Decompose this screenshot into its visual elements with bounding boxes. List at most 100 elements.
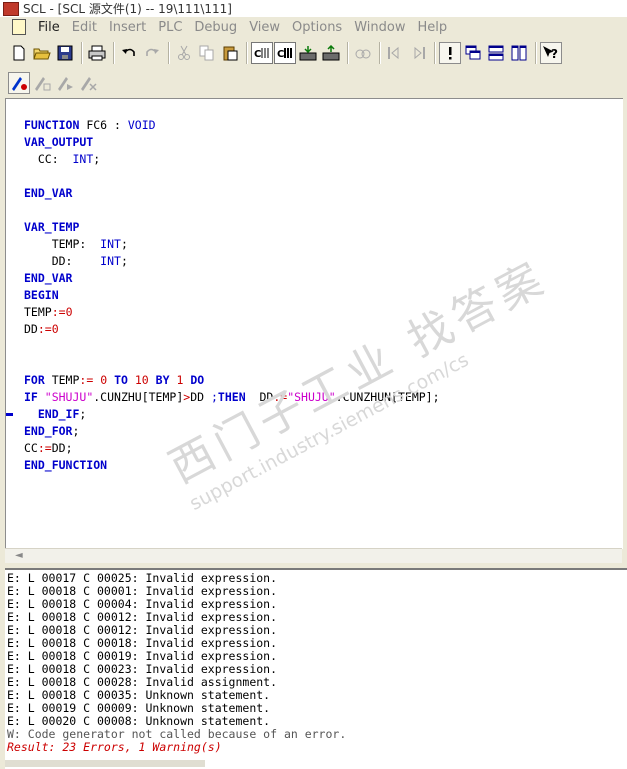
code-line[interactable]: END_VAR — [24, 270, 440, 287]
code-line[interactable]: IF "SHUJU".CUNZHU[TEMP]>DD ;THEN DD:="SH… — [24, 389, 440, 406]
compile-messages: E: L 00017 C 00025: Invalid expression. E… — [7, 572, 346, 754]
code-token: ; — [120, 254, 128, 268]
code-editor[interactable]: FUNCTION FC6 : VOID VAR_OUTPUT CC: INT; E… — [5, 98, 623, 549]
code-token: FUNCTION — [24, 118, 87, 132]
scroll-left-icon[interactable]: ◄ — [15, 549, 23, 563]
bp-delete-icon[interactable] — [77, 72, 99, 94]
code-token: ; — [79, 407, 87, 421]
menu-edit[interactable]: Edit — [66, 20, 103, 35]
code-token: TEMP: — [24, 237, 101, 251]
code-line[interactable]: CC: INT; — [24, 151, 440, 168]
code-line[interactable] — [24, 202, 440, 219]
menu-view[interactable]: View — [243, 20, 286, 35]
code-line[interactable]: END_FOR; — [24, 423, 440, 440]
scl-app-icon — [3, 1, 19, 16]
redo-icon[interactable] — [141, 42, 163, 64]
svg-text:C: C — [254, 49, 261, 60]
code-token: TEMP — [24, 305, 52, 319]
error-line-marker — [6, 413, 13, 416]
output-window[interactable]: E: L 00017 C 00025: Invalid expression. E… — [5, 568, 627, 769]
breakpoint-first-icon[interactable] — [384, 42, 406, 64]
monitor-icon[interactable] — [352, 42, 374, 64]
cut-icon[interactable] — [173, 42, 195, 64]
code-token: := — [273, 390, 288, 404]
menu-options[interactable]: Options — [286, 20, 348, 35]
code-token: DD — [24, 322, 38, 336]
code-token: INT — [100, 237, 121, 251]
code-token: CC: — [24, 152, 73, 166]
code-token: THEN — [217, 390, 246, 404]
menu-debug[interactable]: Debug — [188, 20, 243, 35]
new-icon[interactable] — [8, 42, 30, 64]
print-icon[interactable] — [86, 42, 108, 64]
code-line[interactable]: VAR_OUTPUT — [24, 134, 440, 151]
code-token: END_FUNCTION — [24, 458, 108, 472]
menu-window[interactable]: Window — [348, 20, 411, 35]
code-token: ; — [72, 424, 80, 438]
code-line[interactable]: VAR_TEMP — [24, 219, 440, 236]
menu-file[interactable]: File — [32, 20, 66, 35]
code-token: DD — [245, 390, 274, 404]
code-token: := — [37, 322, 52, 336]
svg-text:C: C — [277, 49, 284, 60]
menu-plc[interactable]: PLC — [152, 20, 188, 35]
code-line[interactable]: TEMP:=0 — [24, 304, 440, 321]
bp-edit-icon[interactable] — [31, 72, 53, 94]
paste-icon[interactable] — [219, 42, 241, 64]
code-line[interactable]: END_IF; — [24, 406, 440, 423]
code-line[interactable] — [24, 338, 440, 355]
code-line[interactable]: BEGIN — [24, 287, 440, 304]
menu-insert[interactable]: Insert — [103, 20, 152, 35]
code-token: DO — [190, 373, 205, 387]
save-icon[interactable] — [54, 42, 76, 64]
tile-vertical-icon[interactable] — [508, 42, 530, 64]
code-line[interactable] — [24, 355, 440, 372]
editor-horizontal-scrollbar[interactable]: ◄ — [5, 548, 622, 563]
document-icon[interactable] — [12, 19, 26, 35]
code-token: VAR_OUTPUT — [24, 135, 94, 149]
code-token: .CUNZHU[TEMP] — [93, 390, 184, 404]
code-token: INT — [100, 254, 121, 268]
code-line[interactable]: END_VAR — [24, 185, 440, 202]
code-token: VOID — [127, 118, 156, 132]
code-token: BEGIN — [24, 288, 59, 302]
code-token: END_FOR — [24, 424, 73, 438]
code-line[interactable] — [24, 168, 440, 185]
code-line[interactable]: FUNCTION FC6 : VOID — [24, 117, 440, 134]
code-token: VAR_TEMP — [24, 220, 80, 234]
bp-set-icon[interactable] — [8, 72, 30, 94]
help-icon[interactable]: ? — [540, 42, 562, 64]
output-tabs[interactable] — [5, 760, 205, 767]
code-token: DD: — [24, 254, 101, 268]
code-token: := — [79, 373, 94, 387]
tile-horizontal-icon[interactable] — [485, 42, 507, 64]
copy-icon[interactable] — [196, 42, 218, 64]
result-line[interactable]: Result: 23 Errors, 1 Warning(s) — [7, 741, 346, 754]
code-token: END_VAR — [24, 186, 73, 200]
code-line[interactable]: FOR TEMP:= 0 TO 10 BY 1 DO — [24, 372, 440, 389]
undo-icon[interactable] — [118, 42, 140, 64]
menu-bar: File Edit Insert PLC Debug View Options Window H… — [0, 17, 627, 37]
code-token: ; — [120, 237, 128, 251]
code-token: 10 — [134, 373, 149, 387]
code-token: FOR — [24, 373, 52, 387]
svg-text:?: ? — [551, 47, 558, 61]
error-icon[interactable] — [439, 42, 461, 64]
code-line[interactable]: CC:=DD; — [24, 440, 440, 457]
cascade-icon[interactable] — [462, 42, 484, 64]
download-icon[interactable] — [297, 42, 319, 64]
scl-source[interactable]: FUNCTION FC6 : VOID VAR_OUTPUT CC: INT; E… — [24, 117, 440, 474]
menu-help[interactable]: Help — [411, 20, 453, 35]
code-line[interactable]: DD:=0 — [24, 321, 440, 338]
upload-icon[interactable] — [320, 42, 342, 64]
breakpoint-next-icon[interactable] — [407, 42, 429, 64]
code-line[interactable]: END_FUNCTION — [24, 457, 440, 474]
code-line[interactable]: DD: INT; — [24, 253, 440, 270]
open-icon[interactable] — [31, 42, 53, 64]
compile-icon[interactable]: C — [251, 42, 273, 64]
code-line[interactable]: TEMP: INT; — [24, 236, 440, 253]
bp-go-icon[interactable] — [54, 72, 76, 94]
code-token: END_IF — [37, 407, 80, 421]
compile-all-icon[interactable]: C — [274, 42, 296, 64]
